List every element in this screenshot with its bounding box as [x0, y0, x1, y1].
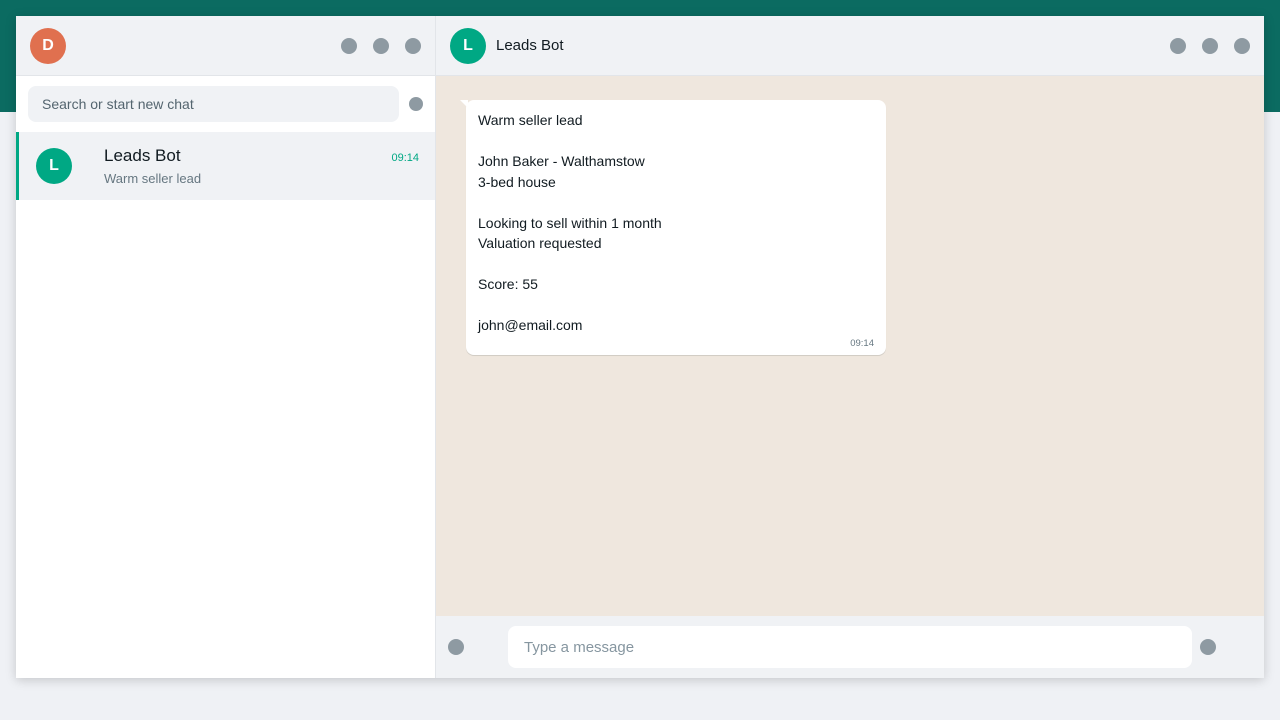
video-call-icon[interactable] [1170, 37, 1186, 54]
conversation-name[interactable]: Leads Bot [496, 37, 564, 54]
conversation-panel: L Leads Bot Warm seller lead John Baker … [436, 16, 1264, 678]
message-bubble[interactable]: Warm seller lead John Baker - Walthamsto… [460, 100, 886, 355]
conversation-avatar[interactable]: L [450, 27, 486, 64]
message-line [478, 254, 874, 275]
conversation-header: L Leads Bot [436, 16, 1264, 76]
message-input[interactable] [508, 626, 1192, 668]
message-line: john@email.com [478, 317, 583, 333]
message-line: John Baker - Walthamstow [478, 153, 645, 169]
chat-avatar: L [36, 148, 72, 184]
chat-top-row: Leads Bot 09:14 [104, 146, 419, 166]
search-row [16, 76, 435, 132]
message-line [478, 295, 874, 316]
menu-icon[interactable] [1234, 37, 1250, 54]
status-icon[interactable] [341, 37, 357, 54]
search-icon[interactable] [1202, 37, 1218, 54]
new-chat-icon[interactable] [373, 37, 389, 54]
bubble-tail [460, 100, 468, 108]
message-line: Valuation requested [478, 235, 602, 251]
chat-preview: Warm seller lead [104, 171, 202, 186]
sidebar-header-icons [341, 37, 421, 54]
user-avatar[interactable]: D [30, 27, 66, 64]
message-area[interactable]: Warm seller lead John Baker - Walthamsto… [436, 76, 1264, 616]
chat-time: 09:14 [391, 152, 419, 164]
emoji-icon[interactable] [448, 639, 464, 655]
microphone-icon[interactable] [1200, 639, 1216, 655]
conversation-header-icons [1170, 37, 1250, 54]
composer-bar [436, 616, 1264, 678]
menu-icon[interactable] [405, 37, 421, 54]
message-line: Looking to sell within 1 month [478, 214, 662, 231]
message-time: 09:14 [850, 337, 874, 349]
message-line: Score: 55 [478, 276, 538, 292]
message-line: Warm seller lead [478, 112, 583, 128]
chat-list-item[interactable]: L Leads Bot 09:14 Warm seller lead [16, 132, 435, 200]
filter-icon[interactable] [409, 97, 423, 111]
chat-meta: Leads Bot 09:14 Warm seller lead [104, 146, 419, 186]
chat-name: Leads Bot [104, 146, 181, 165]
chat-app-window: D L Leads Bot 09:14 Warm seller lead [16, 16, 1264, 678]
message-line [478, 131, 874, 152]
sidebar-header: D [16, 16, 435, 76]
message-line [478, 192, 874, 213]
sidebar: D L Leads Bot 09:14 Warm seller lead [16, 16, 436, 678]
search-input[interactable] [28, 86, 399, 122]
message-line: 3-bed house [478, 173, 556, 190]
